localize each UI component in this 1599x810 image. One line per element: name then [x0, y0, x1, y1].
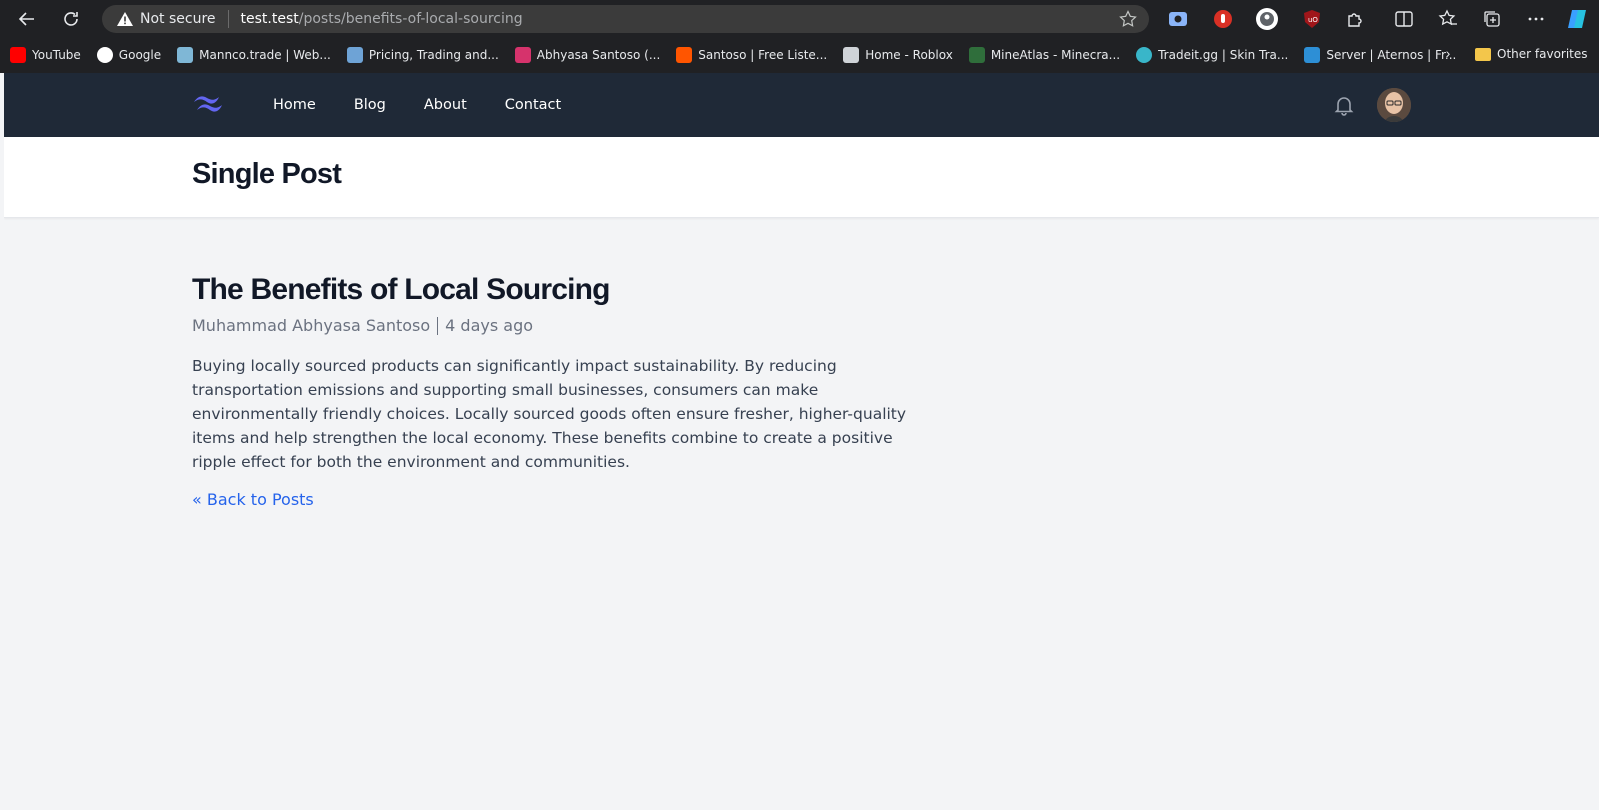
post-title: The Benefits of Local Sourcing	[192, 273, 611, 306]
avatar[interactable]	[1377, 88, 1411, 122]
security-label[interactable]: Not secure	[140, 11, 216, 27]
warning-icon[interactable]	[116, 10, 134, 28]
browser-chrome: Not secure test.test/posts/benefits-of-l…	[0, 0, 1599, 73]
svg-text:uO: uO	[1308, 16, 1318, 24]
address-bar[interactable]: Not secure test.test/posts/benefits-of-l…	[102, 5, 1149, 33]
site-navbar: Home Blog About Contact	[4, 73, 1599, 137]
bookmark-label: Abhyasa Santoso (...	[536, 48, 661, 62]
bookmark-label: Mannco.trade | Web...	[199, 48, 331, 62]
bookmark-mannco[interactable]: Mannco.trade | Web...	[177, 44, 331, 66]
bookmarks-bar: YouTube Google Mannco.trade | Web... Pri…	[0, 42, 1599, 68]
split-screen-icon[interactable]	[1392, 7, 1416, 31]
bookmark-pricing[interactable]: Pricing, Trading and...	[346, 44, 499, 66]
extensions-puzzle-icon[interactable]	[1343, 7, 1367, 31]
bookmark-roblox[interactable]: Home - Roblox	[843, 44, 953, 66]
other-favorites[interactable]: Other favorites	[1475, 42, 1588, 66]
bookmark-instagram[interactable]: Abhyasa Santoso (...	[514, 44, 661, 66]
bookmark-aternos[interactable]: Server | Aternos | Fr...	[1304, 44, 1456, 66]
post-meta: Muhammad Abhyasa Santoso 4 days ago	[192, 316, 932, 335]
post-author[interactable]: Muhammad Abhyasa Santoso	[192, 316, 430, 335]
folder-icon	[1475, 47, 1491, 61]
nav-link-blog[interactable]: Blog	[342, 89, 398, 121]
stop-hand-extension-icon[interactable]	[1211, 7, 1235, 31]
bookmark-label: Server | Aternos | Fr...	[1326, 48, 1457, 62]
url-host[interactable]: test.test	[241, 11, 299, 27]
bookmark-tradeit[interactable]: Tradeit.gg | Skin Tra...	[1136, 44, 1288, 66]
collections-icon[interactable]	[1480, 7, 1504, 31]
copilot-icon[interactable]	[1566, 7, 1590, 31]
post-time: 4 days ago	[445, 316, 534, 335]
back-arrow-icon[interactable]	[14, 6, 40, 32]
aternos-icon	[1304, 47, 1321, 63]
tf-icon	[346, 47, 363, 63]
bookmark-google[interactable]: Google	[96, 44, 162, 66]
favorite-star-icon[interactable]	[1119, 10, 1137, 28]
roblox-icon	[843, 47, 860, 63]
bookmark-label: Google	[118, 48, 162, 62]
bookmark-mineatlas[interactable]: MineAtlas - Minecra...	[968, 44, 1121, 66]
post-article: The Benefits of Local Sourcing Muhammad …	[192, 273, 932, 510]
screen-capture-extension-icon[interactable]	[1166, 7, 1190, 31]
post-body: Buying locally sourced products can sign…	[192, 357, 907, 471]
page-header: Single Post	[4, 137, 1599, 218]
nav-link-about[interactable]: About	[412, 89, 479, 121]
meta-divider	[437, 316, 439, 335]
mannco-icon	[177, 47, 194, 63]
mineatlas-icon	[968, 47, 985, 63]
bookmark-label: Pricing, Trading and...	[368, 48, 499, 62]
ublock-origin-icon[interactable]: uO	[1300, 7, 1324, 31]
nav-links: Home Blog About Contact	[261, 73, 587, 137]
bookmark-label: Tradeit.gg | Skin Tra...	[1158, 48, 1289, 62]
tradeit-icon	[1136, 47, 1153, 63]
url-path[interactable]: /posts/benefits-of-local-sourcing	[299, 11, 523, 27]
reload-icon[interactable]	[58, 6, 84, 32]
soundcloud-icon	[676, 47, 693, 63]
bookmark-label: Home - Roblox	[865, 48, 953, 62]
profile-extension-icon[interactable]	[1255, 7, 1279, 31]
bookmark-label: YouTube	[32, 48, 81, 62]
youtube-icon	[10, 47, 26, 63]
page-title: Single Post	[192, 158, 342, 190]
bookmark-soundcloud[interactable]: Santoso | Free Liste...	[676, 44, 827, 66]
tailwind-logo-icon[interactable]	[192, 93, 224, 115]
more-menu-icon[interactable]	[1524, 7, 1548, 31]
bookmark-label: Santoso | Free Liste...	[698, 48, 828, 62]
other-favorites-label: Other favorites	[1497, 47, 1588, 61]
browser-toolbar: Not secure test.test/posts/benefits-of-l…	[0, 0, 1599, 38]
favorites-icon[interactable]	[1436, 7, 1460, 31]
google-icon	[96, 47, 113, 63]
chevron-right-icon[interactable]: ›	[1438, 45, 1458, 65]
bookmark-label: MineAtlas - Minecra...	[990, 48, 1121, 62]
bell-icon[interactable]	[1332, 93, 1356, 117]
back-to-posts-link[interactable]: « Back to Posts	[192, 490, 314, 509]
bookmark-youtube[interactable]: YouTube	[10, 44, 81, 66]
instagram-icon	[514, 47, 531, 63]
address-separator	[227, 10, 229, 28]
nav-link-home[interactable]: Home	[261, 89, 328, 121]
page-viewport: Home Blog About Contact Single Post The …	[4, 73, 1599, 810]
nav-link-contact[interactable]: Contact	[493, 89, 573, 121]
